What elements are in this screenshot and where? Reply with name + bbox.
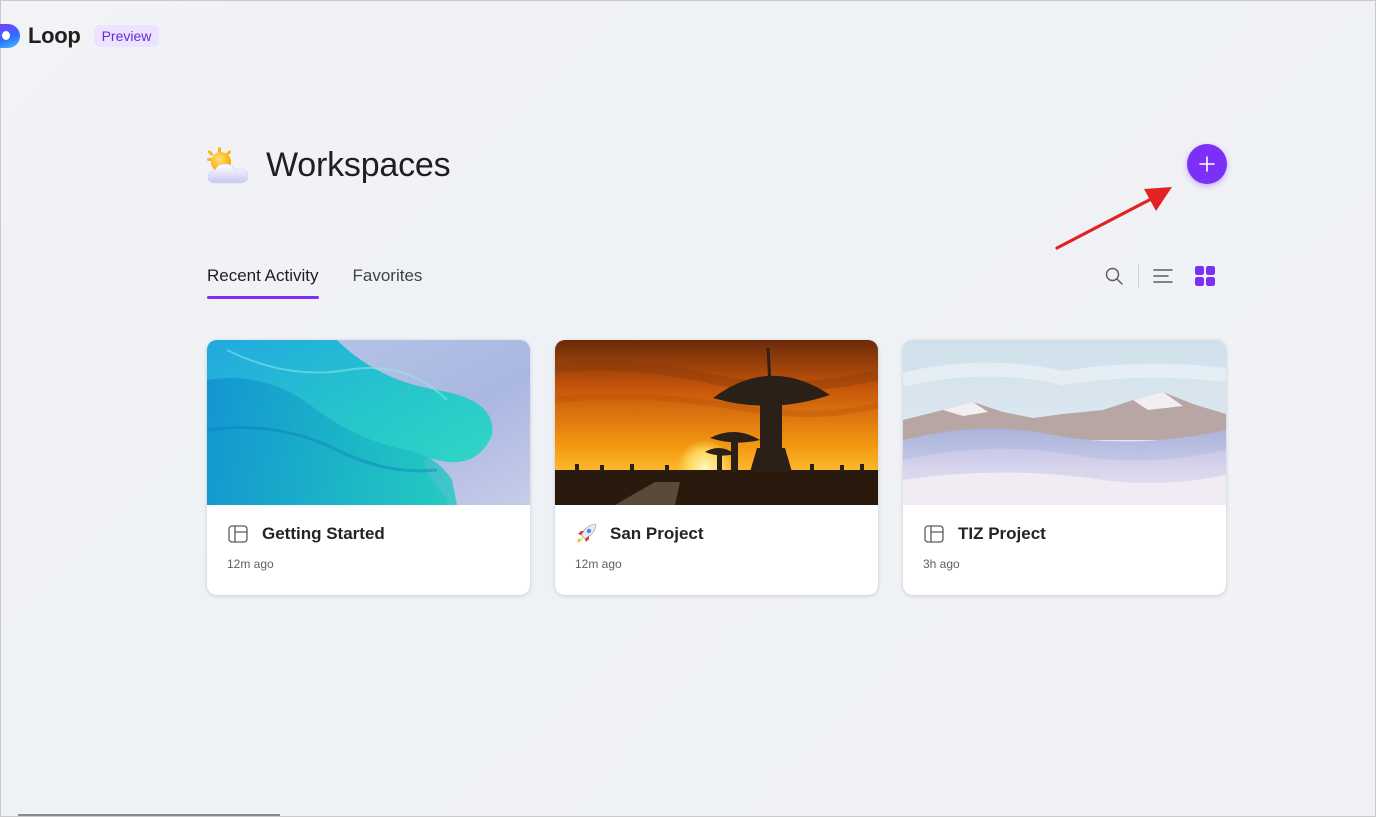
list-view-button[interactable] xyxy=(1147,262,1179,290)
workspace-tabs: Recent Activity Favorites xyxy=(207,266,423,299)
grid-view-icon xyxy=(1195,266,1215,286)
page-title: Workspaces xyxy=(266,146,451,184)
toolbar-divider xyxy=(1138,264,1139,288)
list-view-icon xyxy=(1153,269,1173,283)
app-name[interactable]: Loop xyxy=(28,23,81,49)
app-header: Loop Preview xyxy=(0,20,160,52)
taskbar-strip xyxy=(18,814,280,816)
card-title: Getting Started xyxy=(262,524,385,543)
card-cover-image xyxy=(903,340,1226,505)
card-title-row: TIZ Project xyxy=(923,521,1206,547)
view-toolbar xyxy=(1098,262,1221,290)
card-cover-image xyxy=(207,340,530,505)
rocket-icon xyxy=(575,523,597,545)
search-icon xyxy=(1105,267,1123,285)
card-title-row: San Project xyxy=(575,521,858,547)
workspace-card-san-project[interactable]: San Project 12m ago xyxy=(555,340,878,595)
card-timestamp: 3h ago xyxy=(923,557,960,571)
search-button[interactable] xyxy=(1098,262,1130,290)
workspace-cards: Getting Started 12m ago San Project 12m … xyxy=(207,340,1226,595)
tab-favorites[interactable]: Favorites xyxy=(353,266,423,297)
tab-recent-activity[interactable]: Recent Activity xyxy=(207,266,319,299)
workspace-card-tiz-project[interactable]: TIZ Project 3h ago xyxy=(903,340,1226,595)
card-body: TIZ Project 3h ago xyxy=(903,505,1226,571)
card-body: San Project 12m ago xyxy=(555,505,878,571)
card-cover-image xyxy=(555,340,878,505)
card-title: San Project xyxy=(610,524,704,543)
grid-view-button[interactable] xyxy=(1189,262,1221,290)
plus-icon xyxy=(1199,156,1215,172)
red-arrow-annotation xyxy=(1055,187,1172,250)
card-timestamp: 12m ago xyxy=(575,557,622,571)
sun-behind-cloud-icon xyxy=(207,147,249,184)
preview-badge: Preview xyxy=(93,25,160,47)
add-workspace-button[interactable] xyxy=(1187,144,1227,184)
card-title: TIZ Project xyxy=(958,524,1046,543)
card-body: Getting Started 12m ago xyxy=(207,505,530,571)
card-title-row: Getting Started xyxy=(227,521,510,547)
loop-logo-icon[interactable] xyxy=(0,24,20,48)
page-layout-icon xyxy=(923,523,945,545)
page-layout-icon xyxy=(227,523,249,545)
workspace-card-getting-started[interactable]: Getting Started 12m ago xyxy=(207,340,530,595)
card-timestamp: 12m ago xyxy=(227,557,274,571)
